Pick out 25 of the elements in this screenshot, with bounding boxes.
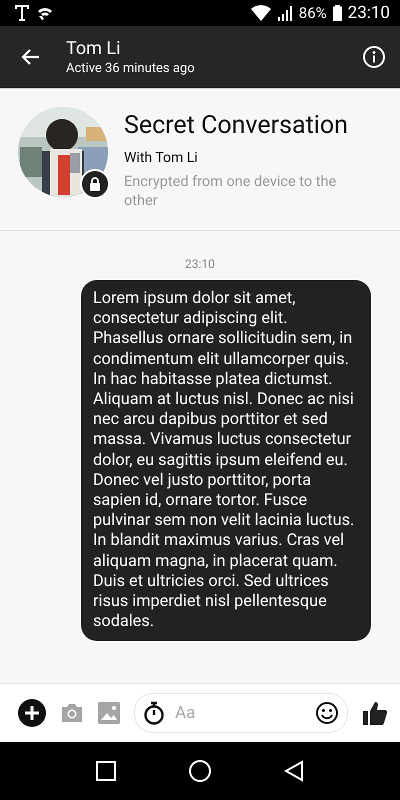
battery-icon xyxy=(332,5,342,21)
thumbs-up-icon[interactable] xyxy=(362,700,388,726)
lock-icon xyxy=(80,169,110,199)
message-field[interactable]: Aa xyxy=(134,693,348,733)
message-input[interactable]: Aa xyxy=(173,702,307,724)
clock: 23:10 xyxy=(348,3,390,23)
back-arrow-icon[interactable] xyxy=(20,48,40,66)
stopwatch-icon[interactable] xyxy=(143,701,165,725)
emoji-icon[interactable] xyxy=(315,701,339,725)
carrier-icon xyxy=(14,4,30,22)
contact-name: Tom Li xyxy=(66,38,122,59)
encryption-note: Encrypted from one device to the other xyxy=(124,172,338,210)
info-icon[interactable] xyxy=(362,45,386,69)
battery-percentage: 86% xyxy=(298,4,327,22)
active-status: Active 36 minutes ago xyxy=(66,61,196,76)
back-icon[interactable] xyxy=(284,760,304,782)
plus-icon[interactable] xyxy=(18,699,46,727)
recents-icon[interactable] xyxy=(96,761,116,781)
wifi-icon xyxy=(250,5,271,21)
message-timestamp: 23:10 xyxy=(185,257,215,271)
home-icon[interactable] xyxy=(188,760,211,782)
with-contact-label: With Tom Li xyxy=(124,150,199,166)
conversation-title: Secret Conversation xyxy=(124,111,349,140)
message-bubble: Lorem ipsum dolor sit amet, consectetur adipiscing elit. Phasellus ornare sollicitudin sem, in condimentum elit ullamcorper quis. In hac habitasse platea dictumst. Aliquam at luctus nisl. Donec ac nisi nec arcu dapibus porttitor et sed massa. Vivamus luctus consectetur dolor, eu sagittis ipsum eleifend eu. Donec vel justo porttitor, porta sapien id, ornare tortor. Fusce pulvinar sem non velit lacinia luctus. In blandit maximus varius. Cras vel aliquam magna, in placerat quam. Duis et ultricies orci. Sed ultrices risus imperdiet nisl pellentesque sodales. xyxy=(81,280,371,642)
signal-icon xyxy=(276,5,293,21)
